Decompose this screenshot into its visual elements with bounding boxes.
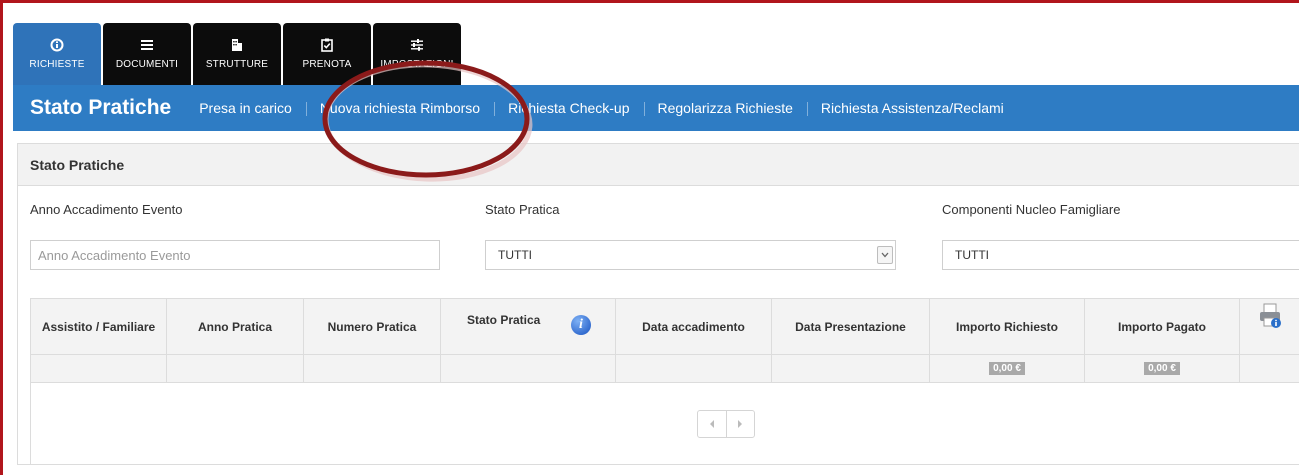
tab-label: IMPOSTAZIONI [380,59,454,70]
col-importo-richiesto[interactable]: Importo Richiesto [929,298,1085,355]
nav-link-richiesta-check-up[interactable]: Richiesta Check-up [494,100,643,116]
pagination [696,409,755,438]
col-print [1239,298,1299,355]
tab-documenti[interactable]: DOCUMENTI [103,23,191,85]
tab-label: PRENOTA [302,59,352,70]
menu-icon [141,40,153,50]
nav-link-regolarizza-richieste[interactable]: Regolarizza Richieste [643,100,807,116]
col-anno-pratica[interactable]: Anno Pratica [166,298,304,355]
tab-label: DOCUMENTI [115,59,179,70]
tab-strutture[interactable]: STRUTTURE [193,23,281,85]
stato-pratiche-panel: Stato Pratiche Anno Accadimento Evento S… [17,143,1299,465]
nav-link-presa-in-carico[interactable]: Presa in carico [185,100,306,116]
componenti-nucleo-select[interactable]: TUTTI [942,240,1299,270]
checklist-icon [321,38,333,52]
table-header-row: Assistito / Familiare Anno Pratica Numer… [30,298,1299,355]
printer-icon[interactable] [1258,303,1282,329]
nav-title: Stato Pratiche [30,96,172,119]
table-empty-row [30,382,1299,465]
secondary-nav-bar: Stato Pratiche Presa in carico Nuova ric… [13,85,1299,131]
main-tab-bar: RICHIESTE DOCUMENTI STRUTTURE PRENOTA IM… [13,23,461,85]
col-stato-pratica[interactable]: Stato Pratica i [440,298,616,355]
tab-prenota[interactable]: PRENOTA [283,23,371,85]
nav-link-nuova-richiesta-rimborso[interactable]: Nuova richiesta Rimborso [305,100,494,116]
col-stato-pratica-label: Stato Pratica [467,313,541,327]
next-page-button[interactable] [725,410,754,437]
tab-richieste[interactable]: RICHIESTE [13,23,101,85]
info-icon[interactable]: i [571,315,591,335]
building-icon [232,39,242,51]
stato-pratica-select[interactable]: TUTTI [485,240,896,270]
panel-title: Stato Pratiche [18,144,1299,186]
componenti-nucleo-value: TUTTI [955,248,989,262]
col-data-accadimento[interactable]: Data accadimento [615,298,772,355]
tab-label: STRUTTURE [205,59,269,70]
componenti-nucleo-label: Componenti Nucleo Famigliare [942,202,1121,217]
col-assistito[interactable]: Assistito / Familiare [30,298,167,355]
chevron-left-icon [709,419,714,428]
table-totals-row: 0,00 € 0,00 € [30,354,1299,383]
prev-page-button[interactable] [698,411,726,437]
tab-label: RICHIESTE [29,59,85,70]
anno-accadimento-input[interactable] [30,240,440,270]
stato-pratica-value: TUTTI [498,248,532,262]
tab-impostazioni[interactable]: IMPOSTAZIONI [373,23,461,85]
chevron-right-icon [738,419,742,428]
nav-link-richiesta-assistenza[interactable]: Richiesta Assistenza/Reclami [806,100,1018,116]
pratiche-table: Assistito / Familiare Anno Pratica Numer… [30,298,1299,465]
anno-accadimento-label: Anno Accadimento Evento [30,202,183,217]
col-importo-pagato[interactable]: Importo Pagato [1084,298,1240,355]
col-data-presentazione[interactable]: Data Presentazione [771,298,930,355]
info-circle-icon [50,38,64,52]
sliders-icon [411,39,423,51]
total-importo-pagato: 0,00 € [1144,362,1180,375]
col-numero-pratica[interactable]: Numero Pratica [303,298,441,355]
total-importo-richiesto: 0,00 € [989,362,1025,375]
stato-pratica-label: Stato Pratica [485,202,560,217]
chevron-down-icon[interactable] [877,246,893,264]
